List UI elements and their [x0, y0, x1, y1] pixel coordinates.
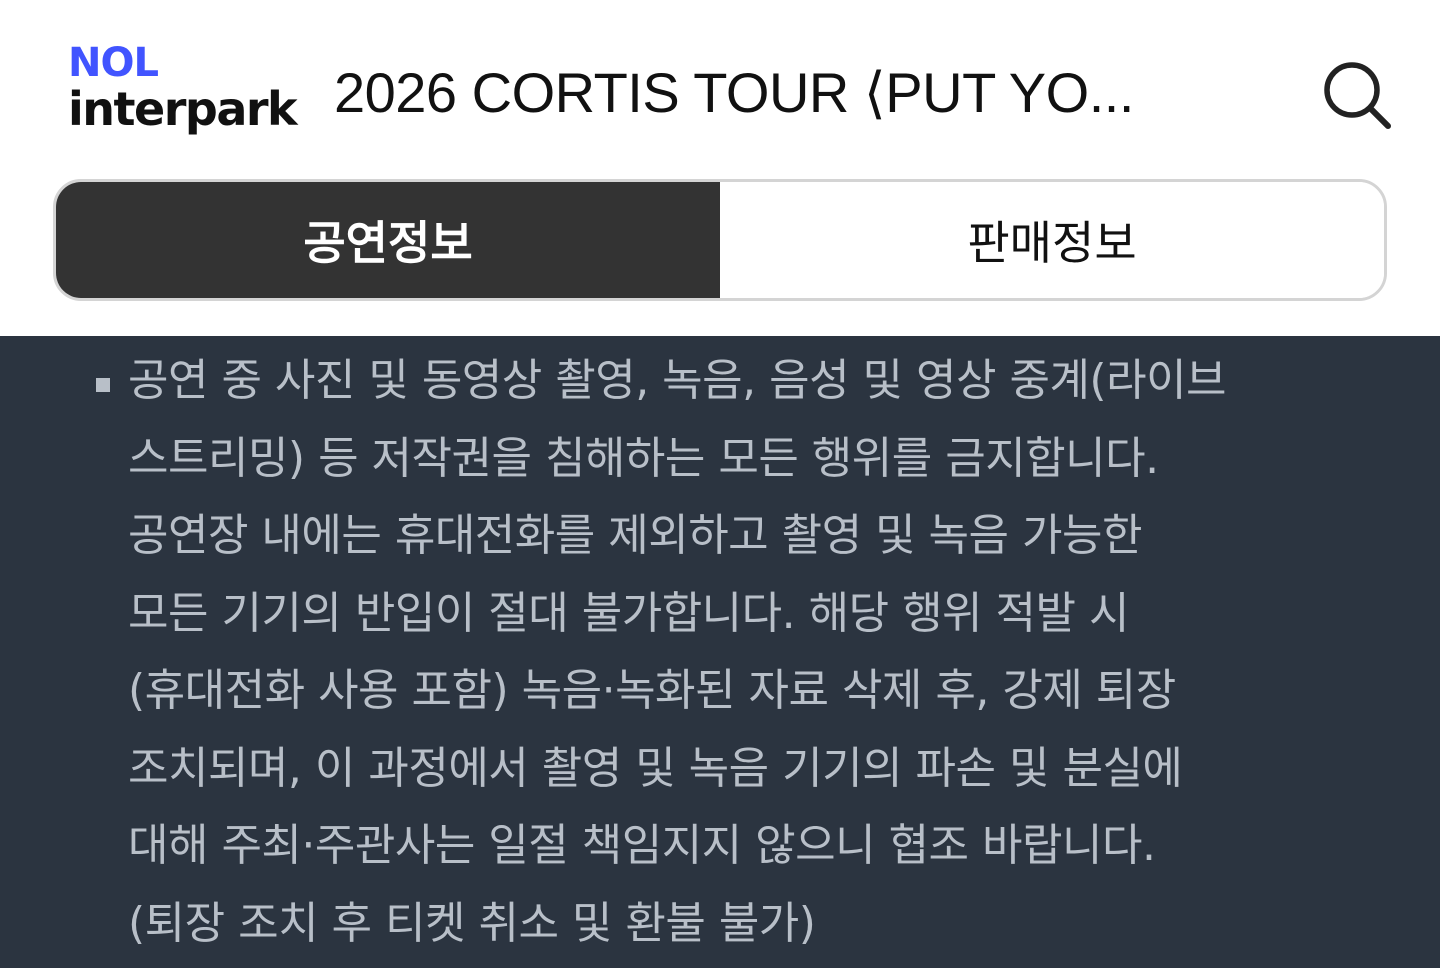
info-tabs: 공연정보 판매정보 [53, 179, 1387, 301]
page-title: 2026 CORTIS TOUR ⟨PUT YO... [334, 61, 1134, 124]
header: NOL interpark 2026 CORTIS TOUR ⟨PUT YO..… [0, 0, 1440, 180]
tab-performance-info-label: 공연정보 [303, 216, 473, 270]
tab-sales-info[interactable]: 판매정보 [720, 182, 1384, 298]
search-button[interactable] [1318, 56, 1398, 136]
notice-line: 모든 기기의 반입이 절대 불가합니다. 해당 행위 적발 시 [128, 587, 1129, 639]
search-icon [1324, 62, 1391, 129]
notice-panel: 공연 중 사진 및 동영상 촬영, 녹음, 음성 및 영상 중계(라이브 스트리… [0, 336, 1440, 968]
logo-interpark-text: interpark [68, 82, 298, 136]
notice-line: 공연 중 사진 및 동영상 촬영, 녹음, 음성 및 영상 중계(라이브 [128, 355, 1227, 406]
logo-nol-text: NOL [68, 40, 159, 86]
notice-line: (휴대전화 사용 포함) 녹음·녹화된 자료 삭제 후, 강제 퇴장 [128, 665, 1176, 716]
notice-line: (퇴장 조치 후 티켓 취소 및 환불 불가) [128, 897, 816, 949]
interpark-logo[interactable]: NOL interpark [68, 40, 308, 150]
tab-performance-info[interactable]: 공연정보 [56, 182, 720, 298]
recording-notice: 공연 중 사진 및 동영상 촬영, 녹음, 음성 및 영상 중계(라이브 스트리… [96, 342, 1356, 962]
notice-line: 공연장 내에는 휴대전화를 제외하고 촬영 및 녹음 가능한 [128, 510, 1142, 561]
notice-line: 스트리밍) 등 저작권을 침해하는 모든 행위를 금지합니다. [128, 432, 1159, 484]
page: NOL interpark 2026 CORTIS TOUR ⟨PUT YO..… [0, 0, 1440, 968]
notice-line: 조치되며, 이 과정에서 촬영 및 녹음 기기의 파손 및 분실에 [128, 742, 1183, 794]
tab-sales-info-label: 판매정보 [967, 216, 1137, 270]
bullet-square-icon [96, 378, 110, 392]
notice-line: 대해 주최·주관사는 일절 책임지지 않으니 협조 바랍니다. [128, 820, 1156, 871]
